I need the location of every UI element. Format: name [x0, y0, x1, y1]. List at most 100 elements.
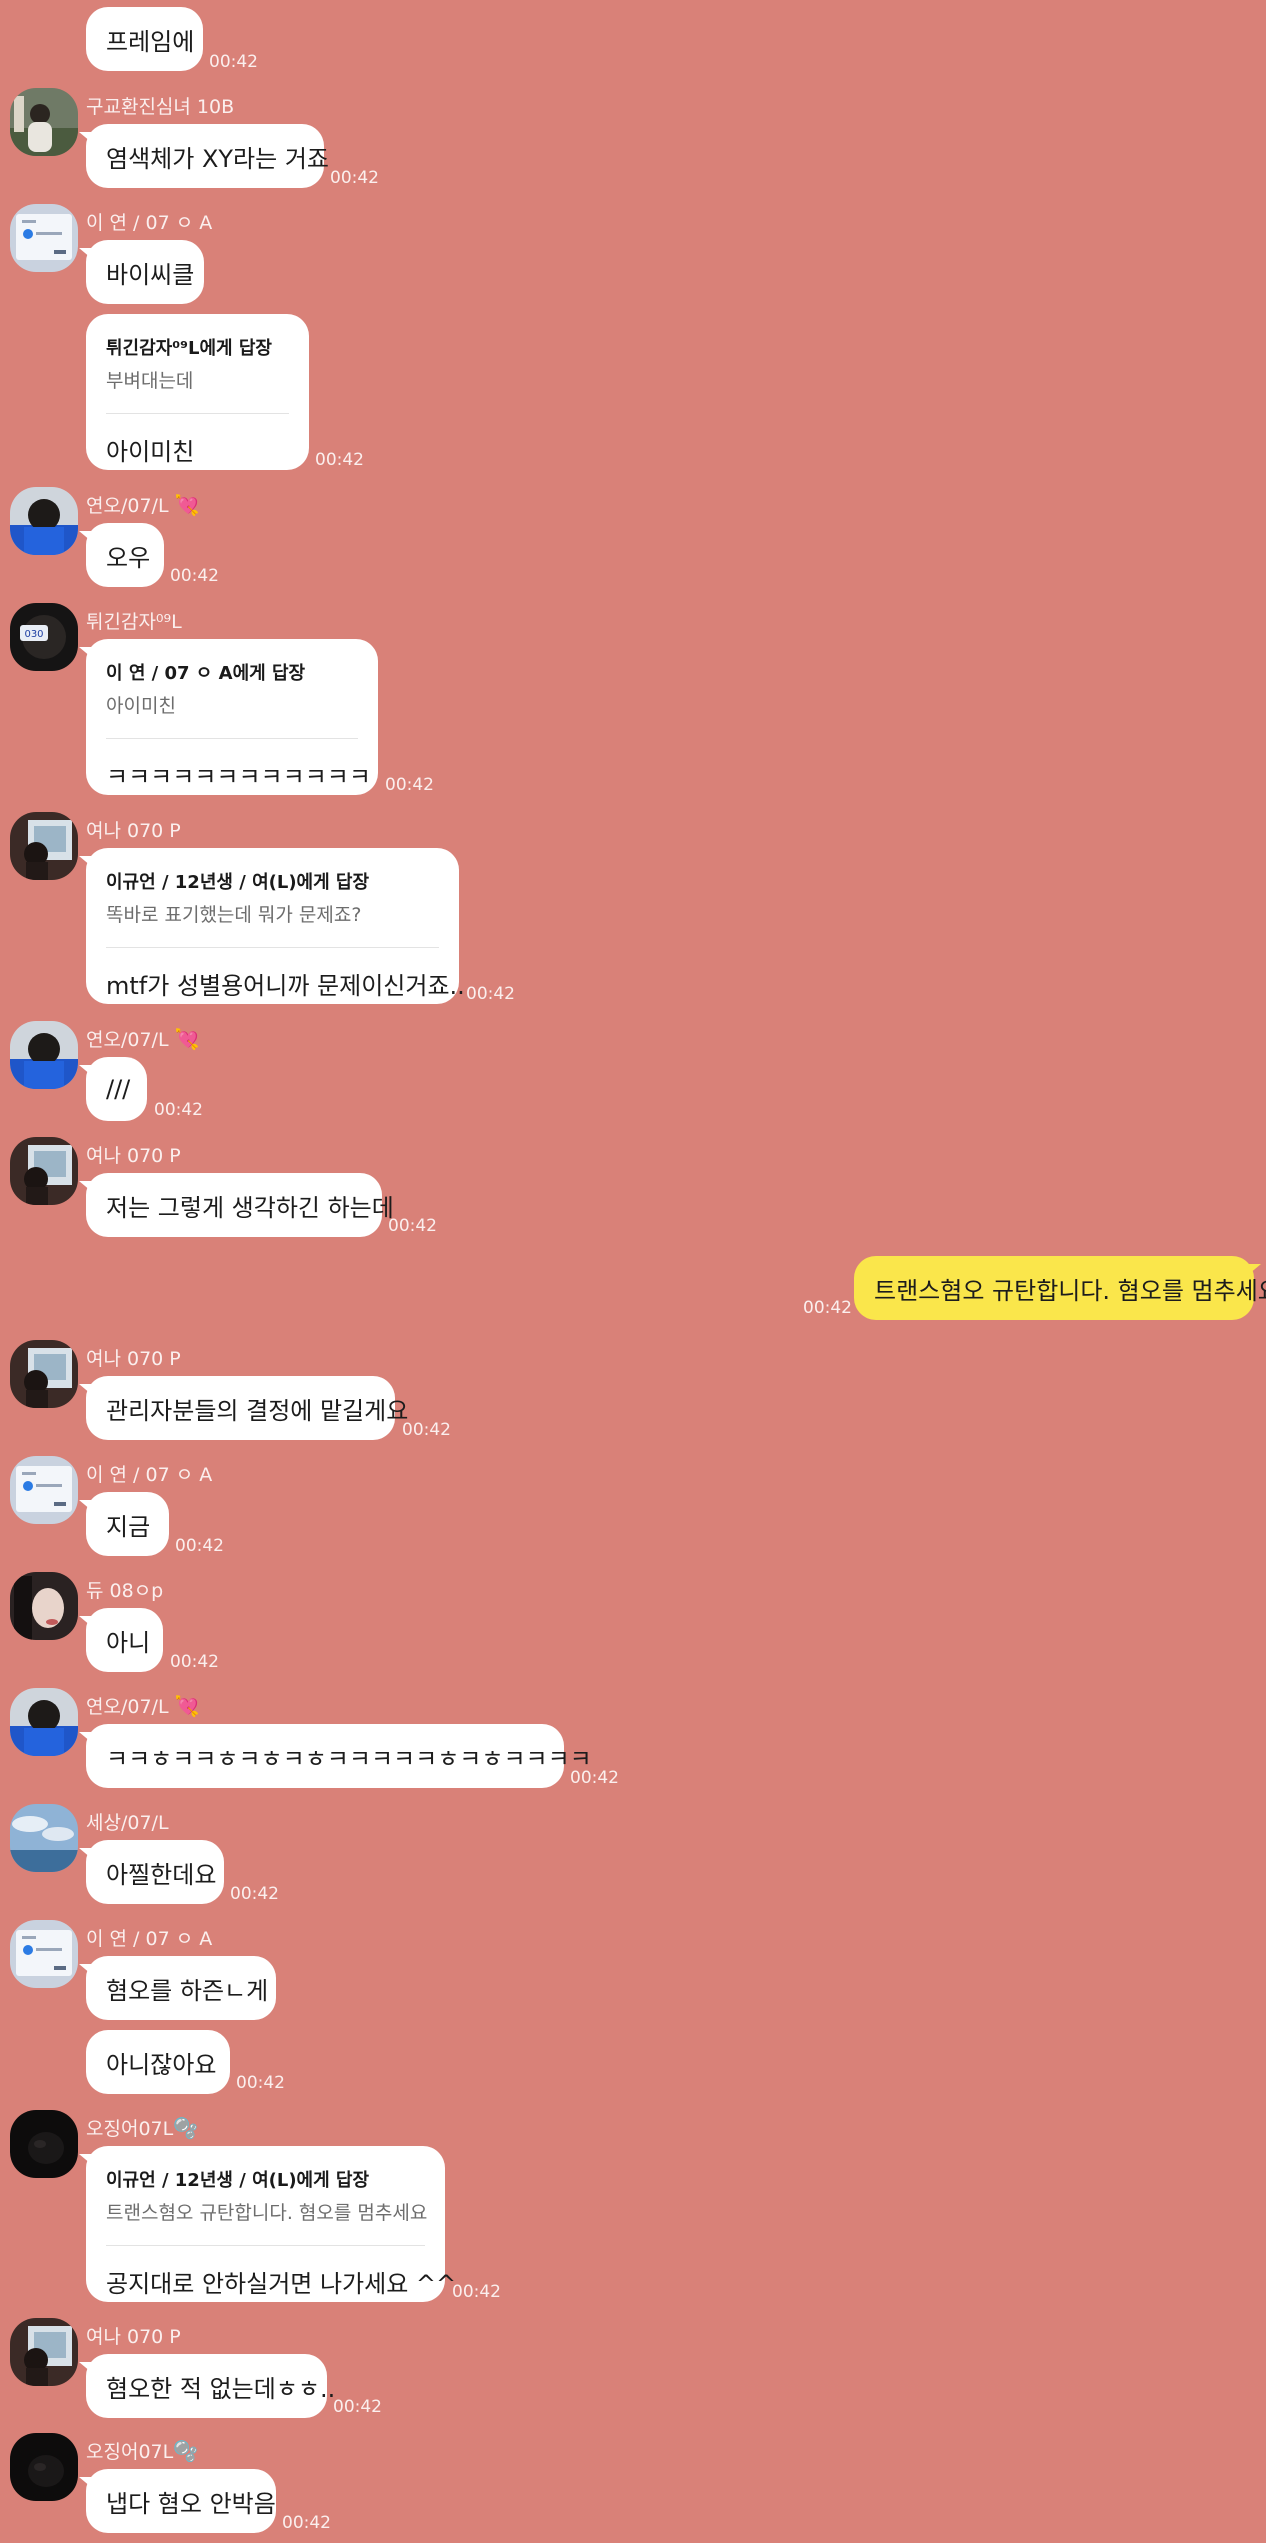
reply-bubble[interactable]: 이규언 / 12년생 / 여(L)에게 답장 똑바로 표기했는데 뭐가 문제죠?…	[79, 848, 465, 1004]
bubbles-icon: 🫧	[173, 2116, 199, 2140]
avatar[interactable]	[10, 1340, 78, 1408]
message-time: 00:42	[385, 775, 434, 795]
message-time: 00:42	[230, 1884, 279, 1904]
svg-text:030: 030	[24, 629, 43, 640]
sender-name-text: 연오/07/L	[86, 1696, 169, 1718]
message-text: 관리자분들의 결정에 맡길게요	[106, 1396, 409, 1425]
message-time: 00:42	[236, 2073, 285, 2093]
reply-target: 이 연 / 07 ㅇ A에게 답장	[106, 663, 306, 684]
sender-name: 세상/07/L	[86, 1812, 169, 1834]
sender-name: 이 연 / 07 ㅇ A	[86, 1928, 213, 1950]
reply-bubble[interactable]: 이 연 / 07 ㅇ A에게 답장 아이미친 ㅋㅋㅋㅋㅋㅋㅋㅋㅋㅋㅋㅋ	[79, 639, 378, 795]
message-text: 저는 그렇게 생각하긴 하는데	[106, 1193, 394, 1222]
message-bubble[interactable]: 프레임에	[86, 7, 203, 71]
sender-name: 이 연 / 07 ㅇ A	[86, 212, 213, 234]
message-bubble[interactable]: 아니잖아요	[86, 2030, 230, 2094]
reply-target: 이규언 / 12년생 / 여(L)에게 답장	[106, 872, 370, 893]
message-text: 오우	[106, 543, 151, 572]
avatar[interactable]	[10, 1920, 78, 1988]
message-text: 지금	[106, 1512, 151, 1541]
message-time: 00:42	[330, 168, 379, 188]
sender-name: 연오/07/L 💘	[86, 1025, 199, 1052]
reply-bubble[interactable]: 이규언 / 12년생 / 여(L)에게 답장 트랜스혐오 규탄합니다. 혐오를 …	[79, 2146, 457, 2302]
message-time: 00:42	[333, 2397, 382, 2417]
message-time: 00:42	[175, 1536, 224, 1556]
message-bubble[interactable]: ㅋㅋㅎㅋㅋㅎㅋㅎㅋㅎㅋㅋㅋㅋㅋㅎㅋㅎㅋㅋㅋㅋ	[79, 1724, 592, 1788]
message-text: 아니잖아요	[106, 2050, 217, 2079]
sender-name-text: 오징어07L	[86, 2118, 174, 2140]
sender-name-text: 오징어07L	[86, 2441, 174, 2463]
message-text: 바이씨클	[106, 260, 195, 289]
message-text: 공지대로 안하실거면 나가세요 ^^	[106, 2270, 457, 2298]
sender-name-text: 연오/07/L	[86, 495, 169, 517]
avatar[interactable]	[10, 1804, 78, 1872]
message-text: 프레임에	[106, 27, 195, 56]
avatar[interactable]	[10, 2110, 78, 2178]
avatar[interactable]	[10, 487, 78, 555]
reply-bubble[interactable]: 튀긴감자⁰⁹L에게 답장 부벼대는데 아이미친	[86, 314, 309, 470]
heart-icon: 💘	[174, 493, 200, 517]
avatar[interactable]	[10, 204, 78, 272]
avatar[interactable]	[10, 812, 78, 880]
message-time: 00:42	[315, 450, 364, 470]
message-bubble[interactable]: 지금	[79, 1492, 169, 1556]
message-time: 00:42	[282, 2513, 331, 2533]
message-text: 혐오를 하즌ㄴ게	[106, 1976, 269, 2005]
message-bubble[interactable]: 혐오를 하즌ㄴ게	[79, 1956, 276, 2020]
my-message-bubble[interactable]: 트랜스혐오 규탄합니다. 혐오를 멈추세요	[854, 1256, 1266, 1320]
message-text: 아니	[106, 1628, 151, 1657]
sender-name: 이 연 / 07 ㅇ A	[86, 1464, 213, 1486]
message-time: 00:42	[402, 1420, 451, 1440]
message-bubble[interactable]: ///	[79, 1057, 147, 1121]
sender-name: 듀 08ㅇp	[86, 1580, 164, 1602]
sender-name: 여나 070 P	[86, 1348, 181, 1370]
message-time: 00:42	[170, 566, 219, 586]
avatar[interactable]: 030	[10, 603, 78, 671]
message-text: mtf가 성별용어니까 문제이신거죠..	[106, 972, 465, 1000]
message-text: ㅋㅋㅎㅋㅋㅎㅋㅎㅋㅎㅋㅋㅋㅋㅋㅎㅋㅎㅋㅋㅋㅋ	[106, 1744, 592, 1773]
avatar[interactable]	[10, 2433, 78, 2501]
message-text: 혐오한 적 없는데ㅎㅎ..	[106, 2374, 336, 2403]
avatar[interactable]	[10, 1137, 78, 1205]
message-bubble[interactable]: 저는 그렇게 생각하긴 하는데	[79, 1173, 394, 1237]
avatar[interactable]	[10, 88, 78, 156]
reply-quote: 트랜스혐오 규탄합니다. 혐오를 멈추세요	[106, 2202, 428, 2224]
reply-quote: 똑바로 표기했는데 뭐가 문제죠?	[106, 904, 362, 926]
message-time: 00:42	[388, 1216, 437, 1236]
reply-divider	[106, 413, 289, 414]
sender-name: 여나 070 P	[86, 820, 181, 842]
message-bubble[interactable]: 오우	[79, 523, 164, 587]
message-text: 아찔한데요	[106, 1860, 217, 1889]
reply-quote: 아이미친	[106, 695, 176, 717]
message-time: 00:42	[466, 984, 515, 1004]
avatar[interactable]	[10, 1572, 78, 1640]
sender-name: 구교환진심녀 10B	[86, 96, 235, 118]
message-time: 00:42	[570, 1768, 619, 1788]
message-time: 00:42	[154, 1100, 203, 1120]
message-bubble[interactable]: 냅다 혐오 안박음	[79, 2469, 276, 2533]
reply-divider	[106, 947, 439, 948]
message-bubble[interactable]: 염색체가 XY라는 거죠	[79, 124, 329, 188]
avatar[interactable]	[10, 1021, 78, 1089]
message-bubble[interactable]: 혐오한 적 없는데ㅎㅎ..	[79, 2354, 335, 2418]
message-bubble[interactable]: 아니	[79, 1608, 163, 1672]
avatar[interactable]	[10, 1688, 78, 1756]
message-bubble[interactable]: 아찔한데요	[79, 1840, 224, 1904]
message-time: 00:42	[452, 2282, 501, 2302]
avatar[interactable]	[10, 2318, 78, 2386]
message-text: 염색체가 XY라는 거죠	[106, 144, 329, 173]
message-bubble[interactable]: 바이씨클	[79, 240, 204, 304]
sender-name: 오징어07L🫧	[86, 2114, 198, 2141]
heart-icon: 💘	[174, 1027, 200, 1051]
reply-target: 튀긴감자⁰⁹L에게 답장	[106, 338, 272, 359]
bubbles-icon: 🫧	[173, 2439, 199, 2463]
message-text: 냅다 혐오 안박음	[106, 2489, 276, 2518]
message-bubble[interactable]: 관리자분들의 결정에 맡길게요	[79, 1376, 408, 1440]
message-text: ㅋㅋㅋㅋㅋㅋㅋㅋㅋㅋㅋㅋ	[106, 763, 371, 791]
message-text: 아이미친	[106, 438, 195, 466]
reply-quote: 부벼대는데	[106, 370, 194, 392]
avatar[interactable]	[10, 1456, 78, 1524]
reply-divider	[106, 2245, 425, 2246]
message-time: 00:42	[170, 1652, 219, 1672]
heart-icon: 💘	[174, 1694, 200, 1718]
